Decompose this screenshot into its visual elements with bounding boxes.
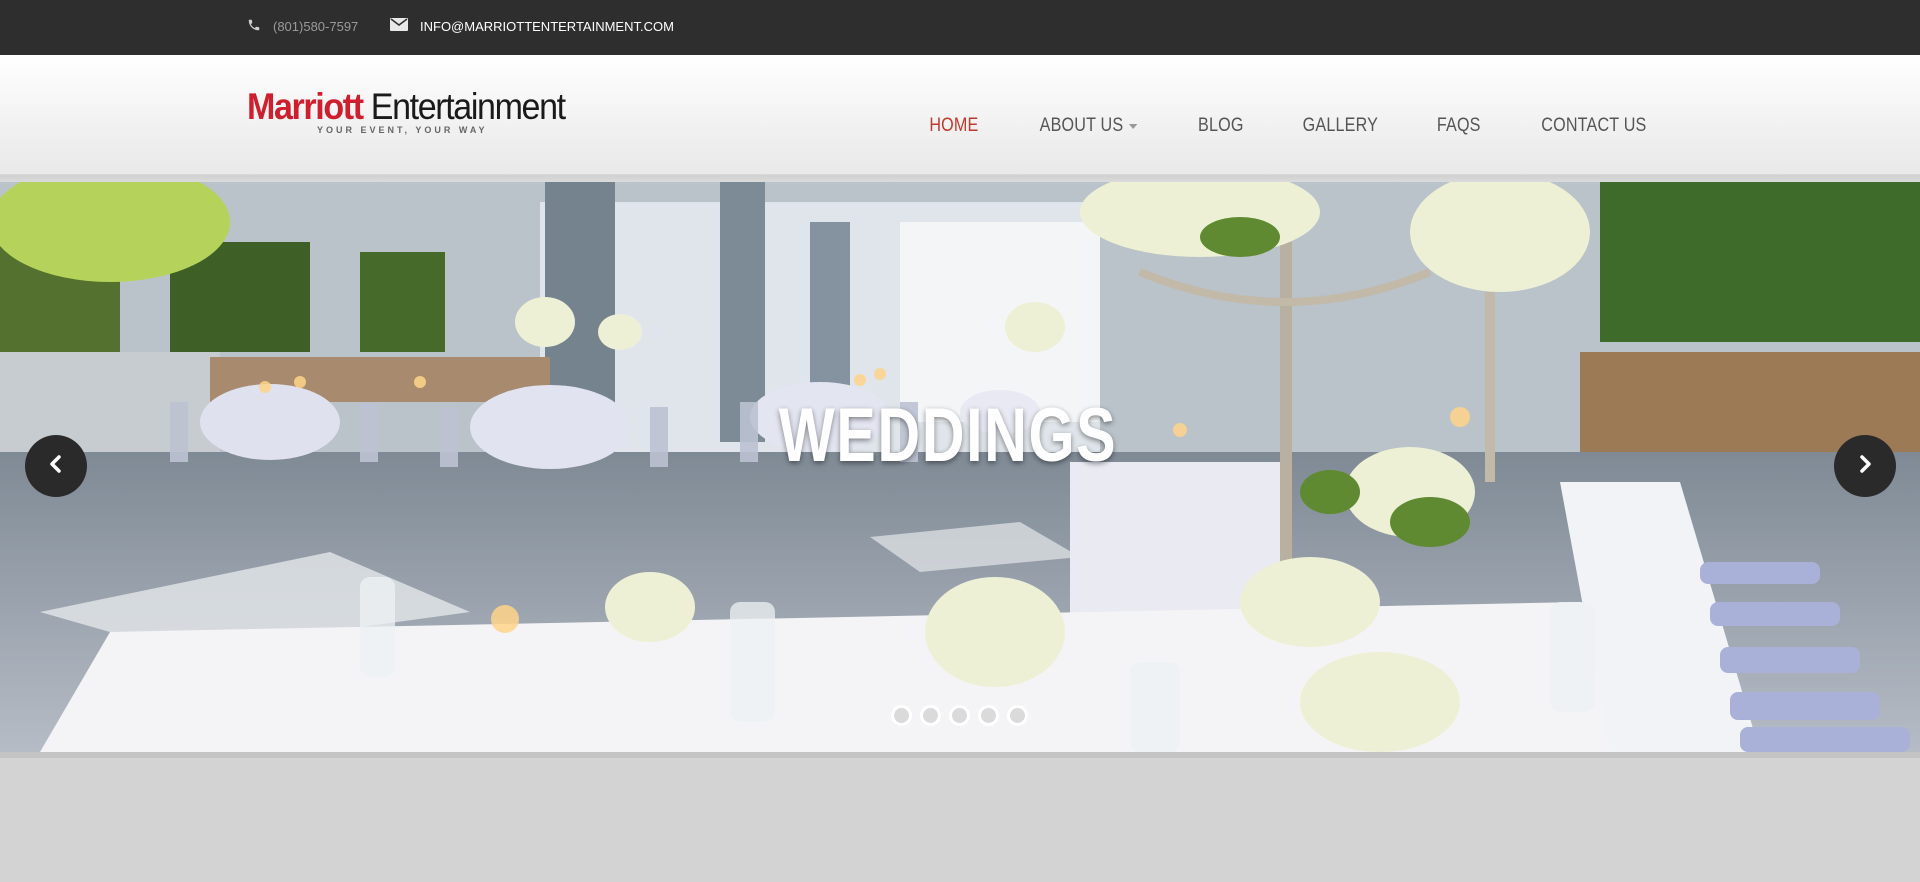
nav-contact-us[interactable]: CONTACT US <box>1542 115 1647 137</box>
email-address: INFO@MARRIOTTENTERTAINMENT.COM <box>420 18 674 34</box>
nav-home[interactable]: HOME <box>930 115 979 137</box>
header-divider <box>0 175 1920 182</box>
envelope-icon <box>390 18 408 34</box>
slider-next-button[interactable] <box>1834 435 1896 497</box>
nav-blog[interactable]: BLOG <box>1198 115 1244 137</box>
slide-caption: WEDDINGS <box>778 393 1118 478</box>
email-contact[interactable]: INFO@MARRIOTTENTERTAINMENT.COM <box>390 18 674 34</box>
slider-dot-4[interactable] <box>978 705 999 726</box>
nav-faqs[interactable]: FAQS <box>1437 115 1481 137</box>
site-header: Marriott Entertainment YOUR EVENT, YOUR … <box>0 55 1920 175</box>
nav-about-us-label: ABOUT US <box>1039 115 1124 136</box>
slider-prev-button[interactable] <box>25 435 87 497</box>
slider-bottom-border <box>0 752 1920 758</box>
chevron-right-icon <box>1856 454 1874 478</box>
phone-contact[interactable]: (801)580-7597 <box>247 18 358 35</box>
slider-dot-1[interactable] <box>891 705 912 726</box>
slider-dot-5[interactable] <box>1007 705 1028 726</box>
top-contact-bar: (801)580-7597 INFO@MARRIOTTENTERTAINMENT… <box>0 0 1920 55</box>
nav-about-us[interactable]: ABOUT US <box>1040 115 1138 137</box>
slider-dot-2[interactable] <box>920 705 941 726</box>
logo-wordmark: Marriott Entertainment <box>247 86 566 127</box>
chevron-left-icon <box>47 454 65 478</box>
phone-number: (801)580-7597 <box>273 19 359 34</box>
slider-dot-3[interactable] <box>949 705 970 726</box>
site-logo[interactable]: Marriott Entertainment YOUR EVENT, YOUR … <box>247 87 567 139</box>
main-nav: HOME ABOUT US BLOG GALLERY FAQS CONTACT … <box>877 115 1656 137</box>
caret-down-icon <box>1129 123 1138 129</box>
phone-icon <box>247 18 261 35</box>
nav-gallery[interactable]: GALLERY <box>1303 115 1378 137</box>
hero-slider: WEDDINGS <box>0 182 1920 752</box>
slider-pagination <box>891 705 1036 726</box>
